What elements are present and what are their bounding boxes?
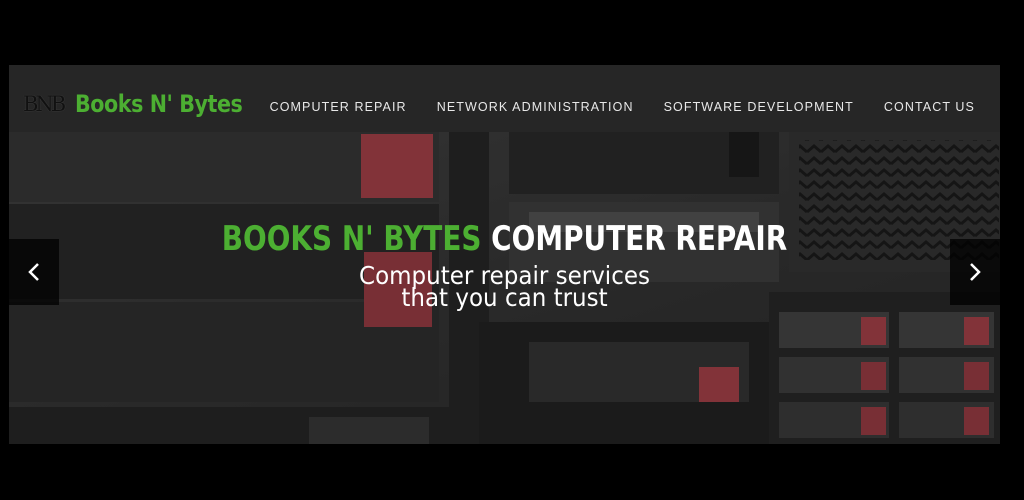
nav-item-contact-us[interactable]: CONTACT US xyxy=(884,100,975,114)
hero-subtitle: Computer repair services that you can tr… xyxy=(49,263,961,312)
nav-item-software-development[interactable]: SOFTWARE DEVELOPMENT xyxy=(664,100,854,114)
slider-next-button[interactable] xyxy=(950,239,1000,305)
chevron-left-icon xyxy=(28,263,39,281)
hero-title-accent: BOOKS N' BYTES xyxy=(221,219,482,259)
nav-item-computer-repair[interactable]: COMPUTER REPAIR xyxy=(270,100,407,114)
brand-name[interactable]: Books N' Bytes xyxy=(75,92,243,116)
hero-slider: BOOKS N' BYTES COMPUTER REPAIR Computer … xyxy=(9,132,1000,444)
hero-title-rest: COMPUTER REPAIR xyxy=(491,219,788,259)
hero-title: BOOKS N' BYTES COMPUTER REPAIR xyxy=(98,222,911,256)
site-header: BNB Books N' Bytes COMPUTER REPAIR NETWO… xyxy=(9,65,1000,132)
hero-subtitle-line2: that you can trust xyxy=(401,283,608,312)
main-nav: COMPUTER REPAIR NETWORK ADMINISTRATION S… xyxy=(270,100,975,114)
chevron-right-icon xyxy=(970,263,981,281)
nav-item-network-administration[interactable]: NETWORK ADMINISTRATION xyxy=(437,100,634,114)
slider-prev-button[interactable] xyxy=(9,239,59,305)
brand-logo-mark[interactable]: BNB xyxy=(23,94,66,115)
site-frame: BNB Books N' Bytes COMPUTER REPAIR NETWO… xyxy=(9,65,1000,444)
